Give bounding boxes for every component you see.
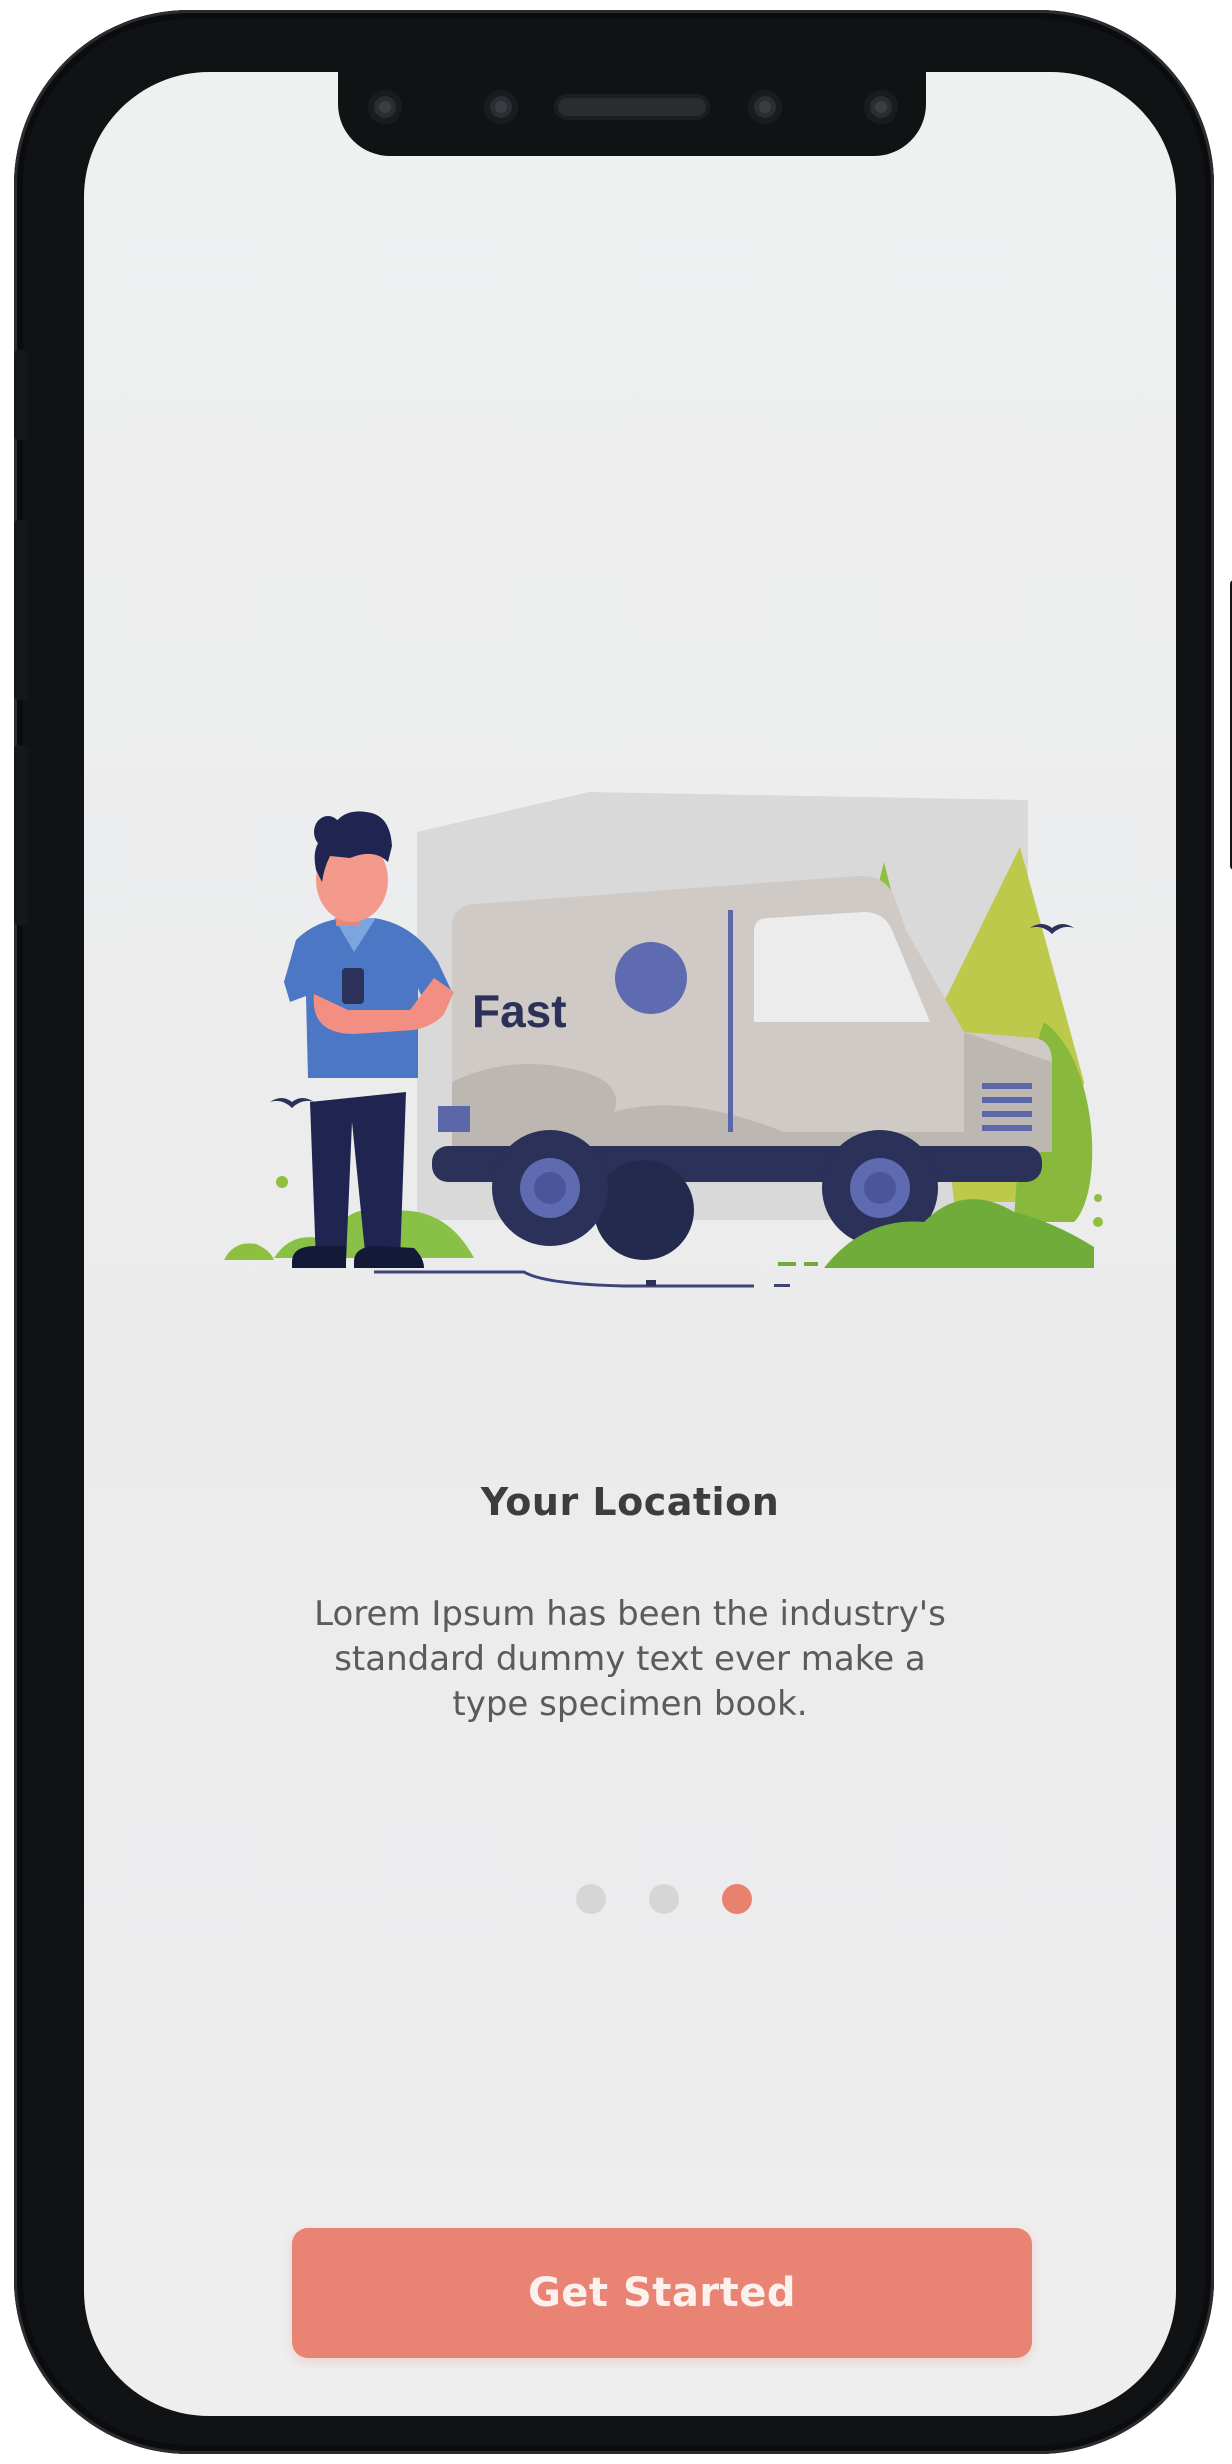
sensor-icon [864, 90, 898, 124]
app-screen: Fast Your Location Lorem Ipsum has been … [84, 72, 1176, 2416]
page-indicator [84, 1884, 1176, 1914]
front-camera-icon [748, 90, 782, 124]
truck-taillight [438, 1106, 470, 1132]
phone-frame: Fast Your Location Lorem Ipsum has been … [14, 10, 1232, 2454]
onboarding-title: Your Location [480, 1480, 780, 1524]
ground-line [374, 1270, 754, 1288]
sensor-icon [368, 90, 402, 124]
bird-left [270, 1098, 314, 1108]
mute-switch [14, 350, 28, 440]
page-dot-2[interactable] [649, 1884, 679, 1914]
get-started-button[interactable]: Get Started [292, 2228, 1032, 2358]
truck-logo [615, 942, 687, 1014]
delivery-illustration: Fast [224, 792, 1103, 1288]
truck-wheel-rear-shadow [594, 1160, 694, 1260]
volume-up-button [14, 520, 28, 700]
onboarding-description: Lorem Ipsum has been the industry's stan… [314, 1594, 946, 1724]
speaker-grille [554, 94, 710, 120]
truck-text: Fast [472, 985, 567, 1037]
camera-icon [484, 90, 518, 124]
truck-door-line [728, 910, 733, 1132]
page-dot-1[interactable] [576, 1884, 606, 1914]
page-dot-3-active[interactable] [722, 1884, 752, 1914]
volume-down-button [14, 745, 28, 925]
notch [338, 72, 926, 156]
